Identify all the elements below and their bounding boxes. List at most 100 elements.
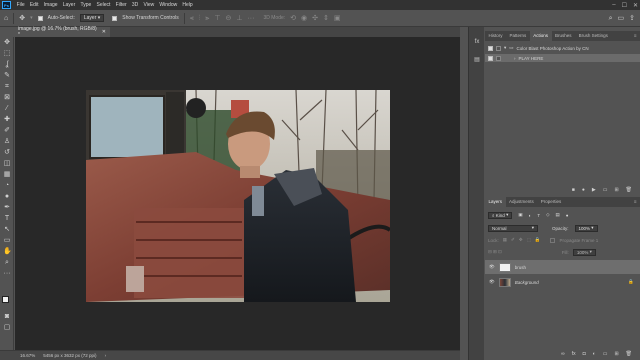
drag-3d-icon[interactable]: ✣ xyxy=(312,15,318,22)
quick-mask-icon[interactable]: ◙ xyxy=(3,313,11,321)
type-tool-icon[interactable]: T xyxy=(3,215,11,223)
action-item-row[interactable]: › PLAY HERE xyxy=(485,54,640,62)
new-action-icon[interactable]: ⊞ xyxy=(614,187,618,193)
panel-menu-icon[interactable]: ≡ xyxy=(630,31,640,41)
layer-select-dropdown[interactable]: Layer ▾ xyxy=(79,14,105,22)
auto-select-checkbox[interactable] xyxy=(37,15,43,21)
eraser-tool-icon[interactable]: ◫ xyxy=(3,160,11,168)
screen-mode-icon[interactable]: ▢ xyxy=(3,324,11,332)
workspace-icon[interactable]: ▭ xyxy=(618,15,625,22)
gradient-tool-icon[interactable]: ▦ xyxy=(3,171,11,179)
delete-icon[interactable]: 🗑 xyxy=(626,187,632,193)
home-icon[interactable]: ⌂ xyxy=(4,15,8,22)
minimize-icon[interactable]: – xyxy=(612,2,615,8)
dialog-toggle-checkbox[interactable] xyxy=(496,45,501,51)
slide-3d-icon[interactable]: ⇕ xyxy=(323,15,329,22)
pen-tool-icon[interactable]: ✒ xyxy=(3,204,11,212)
panel-menu-icon[interactable]: ≡ xyxy=(630,197,640,207)
align-center-icon[interactable]: ⫶ xyxy=(199,15,201,22)
close-icon[interactable]: ✕ xyxy=(633,2,638,9)
move-tool-icon[interactable]: ✥ xyxy=(19,15,25,22)
blur-tool-icon[interactable]: ◔ xyxy=(3,182,11,190)
opacity-input[interactable]: 100% ▾ xyxy=(574,224,598,232)
hand-tool-icon[interactable]: ✋ xyxy=(3,248,12,256)
swatches-icon[interactable]: ▤ xyxy=(472,55,482,65)
menu-type[interactable]: Type xyxy=(78,2,94,8)
foreground-color-swatch[interactable] xyxy=(2,296,9,303)
adjustment-layer-icon[interactable]: ◐ xyxy=(593,351,596,357)
menu-help[interactable]: Help xyxy=(180,2,195,8)
eye-icon[interactable]: 👁 xyxy=(489,264,495,270)
link-layers-icon[interactable]: ∞ xyxy=(561,351,565,357)
play-icon[interactable]: ▶ xyxy=(592,187,596,193)
tab-adjustments[interactable]: Adjustments xyxy=(506,197,538,207)
search-icon[interactable]: ⌕ xyxy=(609,15,613,22)
menu-3d[interactable]: 3D xyxy=(129,2,141,8)
record-icon[interactable]: ● xyxy=(582,187,585,193)
new-layer-icon[interactable]: ⊞ xyxy=(614,351,618,357)
stop-icon[interactable]: ■ xyxy=(572,187,575,193)
share-icon[interactable]: ⇪ xyxy=(629,15,635,22)
rectangle-tool-icon[interactable]: ▭ xyxy=(3,237,11,245)
tab-brush-settings[interactable]: Brush Settings xyxy=(575,31,611,41)
adjustment-filter-icon[interactable]: ◐ xyxy=(529,213,532,218)
layer-name[interactable]: Background xyxy=(515,280,539,285)
tab-history[interactable]: History xyxy=(485,31,506,41)
path-select-tool-icon[interactable]: ↖ xyxy=(3,226,11,234)
chevron-down-icon[interactable]: ▾ xyxy=(30,15,33,21)
filter-kind-dropdown[interactable]: ⌕ Kind ▾ xyxy=(488,211,513,219)
zoom-level[interactable]: 16.67% xyxy=(20,353,35,358)
menu-filter[interactable]: Filter xyxy=(113,2,129,8)
photoshop-logo-icon[interactable]: Ps xyxy=(2,1,11,9)
document-image[interactable] xyxy=(86,90,390,302)
document-tab[interactable]: image.jpg @ 16.7% (brush, RGB/8) * ✕ xyxy=(14,26,110,38)
tab-layers[interactable]: Layers xyxy=(485,197,506,207)
eyedropper-tool-icon[interactable]: ⁄ xyxy=(3,105,11,113)
frame-tool-icon[interactable]: ⊠ xyxy=(3,94,11,102)
action-set-toggle-checkbox[interactable] xyxy=(488,45,493,51)
menu-window[interactable]: Window xyxy=(157,2,180,8)
align-right-icon[interactable]: ⫸ xyxy=(205,15,209,22)
new-set-icon[interactable]: ▭ xyxy=(603,187,608,193)
layer-row-brush[interactable]: 👁 brush xyxy=(485,260,640,274)
action-toggle-checkbox[interactable] xyxy=(488,55,493,61)
orbit-3d-icon[interactable]: ⟲ xyxy=(290,15,296,22)
chevron-down-icon[interactable]: ▾ xyxy=(504,45,506,51)
add-mask-icon[interactable]: ◘ xyxy=(583,351,586,357)
fill-input[interactable]: 100% ▾ xyxy=(572,248,596,256)
move-tool-icon[interactable]: ✥ xyxy=(3,39,11,47)
eye-icon[interactable]: 👁 xyxy=(489,279,495,285)
layer-name[interactable]: brush xyxy=(515,265,526,270)
dialog-toggle-checkbox[interactable] xyxy=(496,55,501,61)
close-tab-icon[interactable]: ✕ xyxy=(102,29,106,35)
marquee-tool-icon[interactable]: ⬚ xyxy=(3,50,11,58)
pixel-filter-icon[interactable]: ▣ xyxy=(518,212,522,218)
menu-file[interactable]: File xyxy=(14,2,27,8)
tab-properties[interactable]: Properties xyxy=(537,197,565,207)
menu-edit[interactable]: Edit xyxy=(27,2,41,8)
scale-3d-icon[interactable]: ▣ xyxy=(334,15,341,22)
dodge-tool-icon[interactable]: ● xyxy=(3,193,11,201)
more-options-icon[interactable]: ··· xyxy=(247,15,254,22)
chevron-right-icon[interactable]: › xyxy=(514,56,516,61)
lasso-tool-icon[interactable]: ʆ xyxy=(3,61,11,69)
quick-select-tool-icon[interactable]: ✎ xyxy=(3,72,11,80)
tab-actions[interactable]: Actions xyxy=(529,31,552,41)
tab-patterns[interactable]: Patterns xyxy=(506,31,530,41)
action-set-row[interactable]: ▾ ▭ Color Blast Photoshop Action by CN xyxy=(485,44,640,52)
type-filter-icon[interactable]: T xyxy=(537,213,540,218)
transform-controls-checkbox[interactable] xyxy=(112,15,118,21)
menu-view[interactable]: View xyxy=(141,2,157,8)
maximize-icon[interactable]: ☐ xyxy=(622,2,627,9)
lock-artboard-icon[interactable]: ⬚ xyxy=(527,237,531,243)
menu-image[interactable]: Image xyxy=(41,2,60,8)
menu-select[interactable]: Select xyxy=(94,2,113,8)
roll-3d-icon[interactable]: ◉ xyxy=(301,15,307,22)
layer-row-background[interactable]: 👁 Background 🔒 xyxy=(485,275,640,289)
new-group-icon[interactable]: ▭ xyxy=(603,351,608,357)
more-tools-icon[interactable]: ··· xyxy=(3,270,11,278)
align-top-icon[interactable]: ⊤ xyxy=(214,15,220,22)
menu-layer[interactable]: Layer xyxy=(60,2,78,8)
tab-brushes[interactable]: Brushes xyxy=(552,31,576,41)
zoom-tool-icon[interactable]: ⌕ xyxy=(3,259,11,267)
